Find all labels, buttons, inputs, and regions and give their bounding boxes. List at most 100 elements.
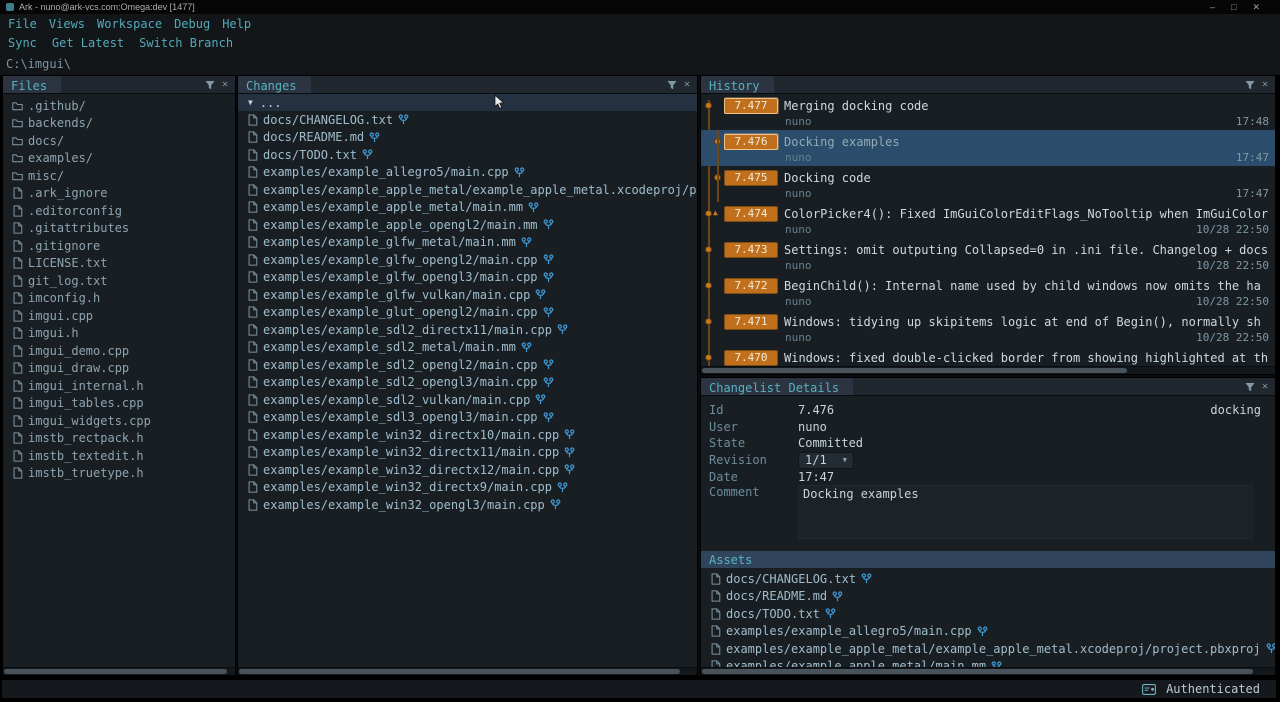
toolbar-button[interactable]: Get Latest	[52, 36, 124, 50]
assets-section-header[interactable]: Assets	[701, 551, 1275, 568]
file-tree-row[interactable]: imgui_demo.cpp	[3, 342, 235, 360]
changed-file-row[interactable]: examples/example_apple_metal/example_app…	[238, 181, 697, 199]
expander-icon[interactable]: ▼	[248, 98, 253, 107]
menu-item[interactable]: Workspace	[97, 17, 162, 31]
changed-file-row[interactable]: examples/example_glfw_metal/main.mm	[238, 234, 697, 252]
changed-file-row[interactable]: docs/CHANGELOG.txt	[238, 111, 697, 129]
toolbar-button[interactable]: Switch Branch	[139, 36, 233, 50]
file-tree-row[interactable]: LICENSE.txt	[3, 255, 235, 273]
revision-badge[interactable]: 7.475	[724, 170, 778, 186]
changed-file-row[interactable]: examples/example_win32_directx10/main.cp…	[238, 426, 697, 444]
files-panel-tab[interactable]: Files	[3, 76, 61, 93]
changed-file-row[interactable]: docs/TODO.txt	[238, 146, 697, 164]
field-control[interactable]: 17:47 ▼	[798, 470, 834, 484]
file-tree-row[interactable]: imgui_tables.cpp	[3, 395, 235, 413]
file-tree-row[interactable]: .ark_ignore	[3, 185, 235, 203]
file-tree-row[interactable]: imstb_truetype.h	[3, 465, 235, 483]
asset-row[interactable]: examples/example_apple_metal/main.mm	[701, 658, 1275, 668]
filter-icon[interactable]	[205, 80, 215, 90]
history-row[interactable]: ▲ 7.475 Docking code nuno 17:47	[701, 166, 1275, 202]
file-tree-row[interactable]: .gitignore	[3, 237, 235, 255]
history-row[interactable]: ▲ 7.476 Docking examples nuno 17:47	[701, 130, 1275, 166]
changed-file-row[interactable]: examples/example_sdl2_opengl3/main.cpp	[238, 374, 697, 392]
changed-file-row[interactable]: examples/example_win32_opengl3/main.cpp	[238, 496, 697, 514]
changes-root-row[interactable]: ▼ ...	[238, 94, 697, 111]
changed-file-row[interactable]: examples/example_glut_opengl2/main.cpp	[238, 304, 697, 322]
changed-file-row[interactable]: docs/README.md	[238, 129, 697, 147]
changed-file-row[interactable]: examples/example_win32_directx11/main.cp…	[238, 444, 697, 462]
menu-item[interactable]: Views	[49, 17, 85, 31]
revision-badge[interactable]: 7.470	[724, 350, 778, 366]
revision-badge[interactable]: 7.477	[724, 98, 778, 114]
revision-badge[interactable]: 7.471	[724, 314, 778, 330]
file-tree-row[interactable]: misc/	[3, 167, 235, 185]
file-tree-row[interactable]: imgui.cpp	[3, 307, 235, 325]
file-tree-row[interactable]: .gitattributes	[3, 220, 235, 238]
scrollbar-thumb[interactable]	[239, 669, 680, 674]
close-icon[interactable]: ✕	[684, 80, 690, 90]
scrollbar-thumb[interactable]	[702, 368, 1127, 373]
changed-file-row[interactable]: examples/example_sdl2_metal/main.mm	[238, 339, 697, 357]
changed-file-row[interactable]: examples/example_glfw_opengl2/main.cpp	[238, 251, 697, 269]
asset-row[interactable]: docs/README.md	[701, 588, 1275, 606]
field-control[interactable]: Docking examples ▼	[798, 485, 1253, 539]
changed-file-row[interactable]: examples/example_win32_directx9/main.cpp	[238, 479, 697, 497]
field-control[interactable]: 1/1 ▼	[798, 452, 854, 469]
toolbar-button[interactable]: Sync	[8, 36, 37, 50]
changed-file-row[interactable]: examples/example_glfw_opengl3/main.cpp	[238, 269, 697, 287]
file-tree-row[interactable]: imgui.h	[3, 325, 235, 343]
history-panel-tab[interactable]: History	[701, 76, 774, 93]
filter-icon[interactable]	[1245, 80, 1255, 90]
close-icon[interactable]: ✕	[1262, 382, 1268, 392]
close-icon[interactable]: ✕	[222, 80, 228, 90]
history-row[interactable]: ▲ 7.472 BeginChild(): Internal name used…	[701, 274, 1275, 310]
menu-item[interactable]: Help	[222, 17, 251, 31]
asset-row[interactable]: examples/example_apple_metal/example_app…	[701, 640, 1275, 658]
revision-badge[interactable]: 7.476	[724, 134, 778, 150]
file-tree-row[interactable]: imconfig.h	[3, 290, 235, 308]
history-row[interactable]: ▲ 7.470 Windows: fixed double-clicked bo…	[701, 346, 1275, 366]
file-tree-row[interactable]: backends/	[3, 115, 235, 133]
changed-file-row[interactable]: examples/example_apple_opengl2/main.mm	[238, 216, 697, 234]
asset-row[interactable]: examples/example_allegro5/main.cpp	[701, 623, 1275, 641]
changes-panel-tab[interactable]: Changes	[238, 76, 311, 93]
dropdown-arrow-icon[interactable]: ▼	[843, 456, 847, 464]
asset-row[interactable]: docs/CHANGELOG.txt	[701, 570, 1275, 588]
file-tree-row[interactable]: imstb_textedit.h	[3, 447, 235, 465]
revision-badge[interactable]: 7.473	[724, 242, 778, 258]
file-tree-row[interactable]: .editorconfig	[3, 202, 235, 220]
changed-file-row[interactable]: examples/example_sdl2_directx11/main.cpp	[238, 321, 697, 339]
revision-badge[interactable]: 7.472	[724, 278, 778, 294]
changed-file-row[interactable]: examples/example_apple_metal/main.mm	[238, 199, 697, 217]
minimize-button[interactable]: –	[1210, 2, 1215, 13]
changed-file-row[interactable]: examples/example_sdl2_opengl2/main.cpp	[238, 356, 697, 374]
close-button[interactable]: ✕	[1252, 2, 1260, 13]
field-control[interactable]: Committed ▼	[798, 436, 863, 450]
file-tree-row[interactable]: imgui_internal.h	[3, 377, 235, 395]
file-tree-row[interactable]: imgui_widgets.cpp	[3, 412, 235, 430]
file-tree-row[interactable]: examples/	[3, 150, 235, 168]
history-row[interactable]: ▲ 7.473 Settings: omit outputing Collaps…	[701, 238, 1275, 274]
field-control[interactable]: 7.476 ▼	[798, 403, 834, 417]
menu-item[interactable]: File	[8, 17, 37, 31]
history-row[interactable]: ▲ 7.474 ColorPicker4(): Fixed ImGuiColor…	[701, 202, 1275, 238]
changed-file-row[interactable]: examples/example_allegro5/main.cpp	[238, 164, 697, 182]
file-tree-row[interactable]: .github/	[3, 97, 235, 115]
history-row[interactable]: ▲ 7.477 Merging docking code nuno 17:48	[701, 94, 1275, 130]
close-icon[interactable]: ✕	[1262, 80, 1268, 90]
history-row[interactable]: ▲ 7.471 Windows: tidying up skipitems lo…	[701, 310, 1275, 346]
filter-icon[interactable]	[667, 80, 677, 90]
file-tree-row[interactable]: docs/	[3, 132, 235, 150]
field-control[interactable]: nuno ▼	[798, 420, 827, 434]
asset-row[interactable]: docs/TODO.txt	[701, 605, 1275, 623]
menu-item[interactable]: Debug	[174, 17, 210, 31]
file-tree-row[interactable]: imstb_rectpack.h	[3, 430, 235, 448]
changed-file-row[interactable]: examples/example_sdl3_opengl3/main.cpp	[238, 409, 697, 427]
file-tree-row[interactable]: imgui_draw.cpp	[3, 360, 235, 378]
maximize-button[interactable]: □	[1231, 2, 1236, 13]
filter-icon[interactable]	[1245, 382, 1255, 392]
details-panel-tab[interactable]: Changelist Details	[701, 378, 853, 395]
revision-badge[interactable]: 7.474	[724, 206, 778, 222]
scrollbar-thumb[interactable]	[702, 669, 1253, 674]
file-tree-row[interactable]: git_log.txt	[3, 272, 235, 290]
